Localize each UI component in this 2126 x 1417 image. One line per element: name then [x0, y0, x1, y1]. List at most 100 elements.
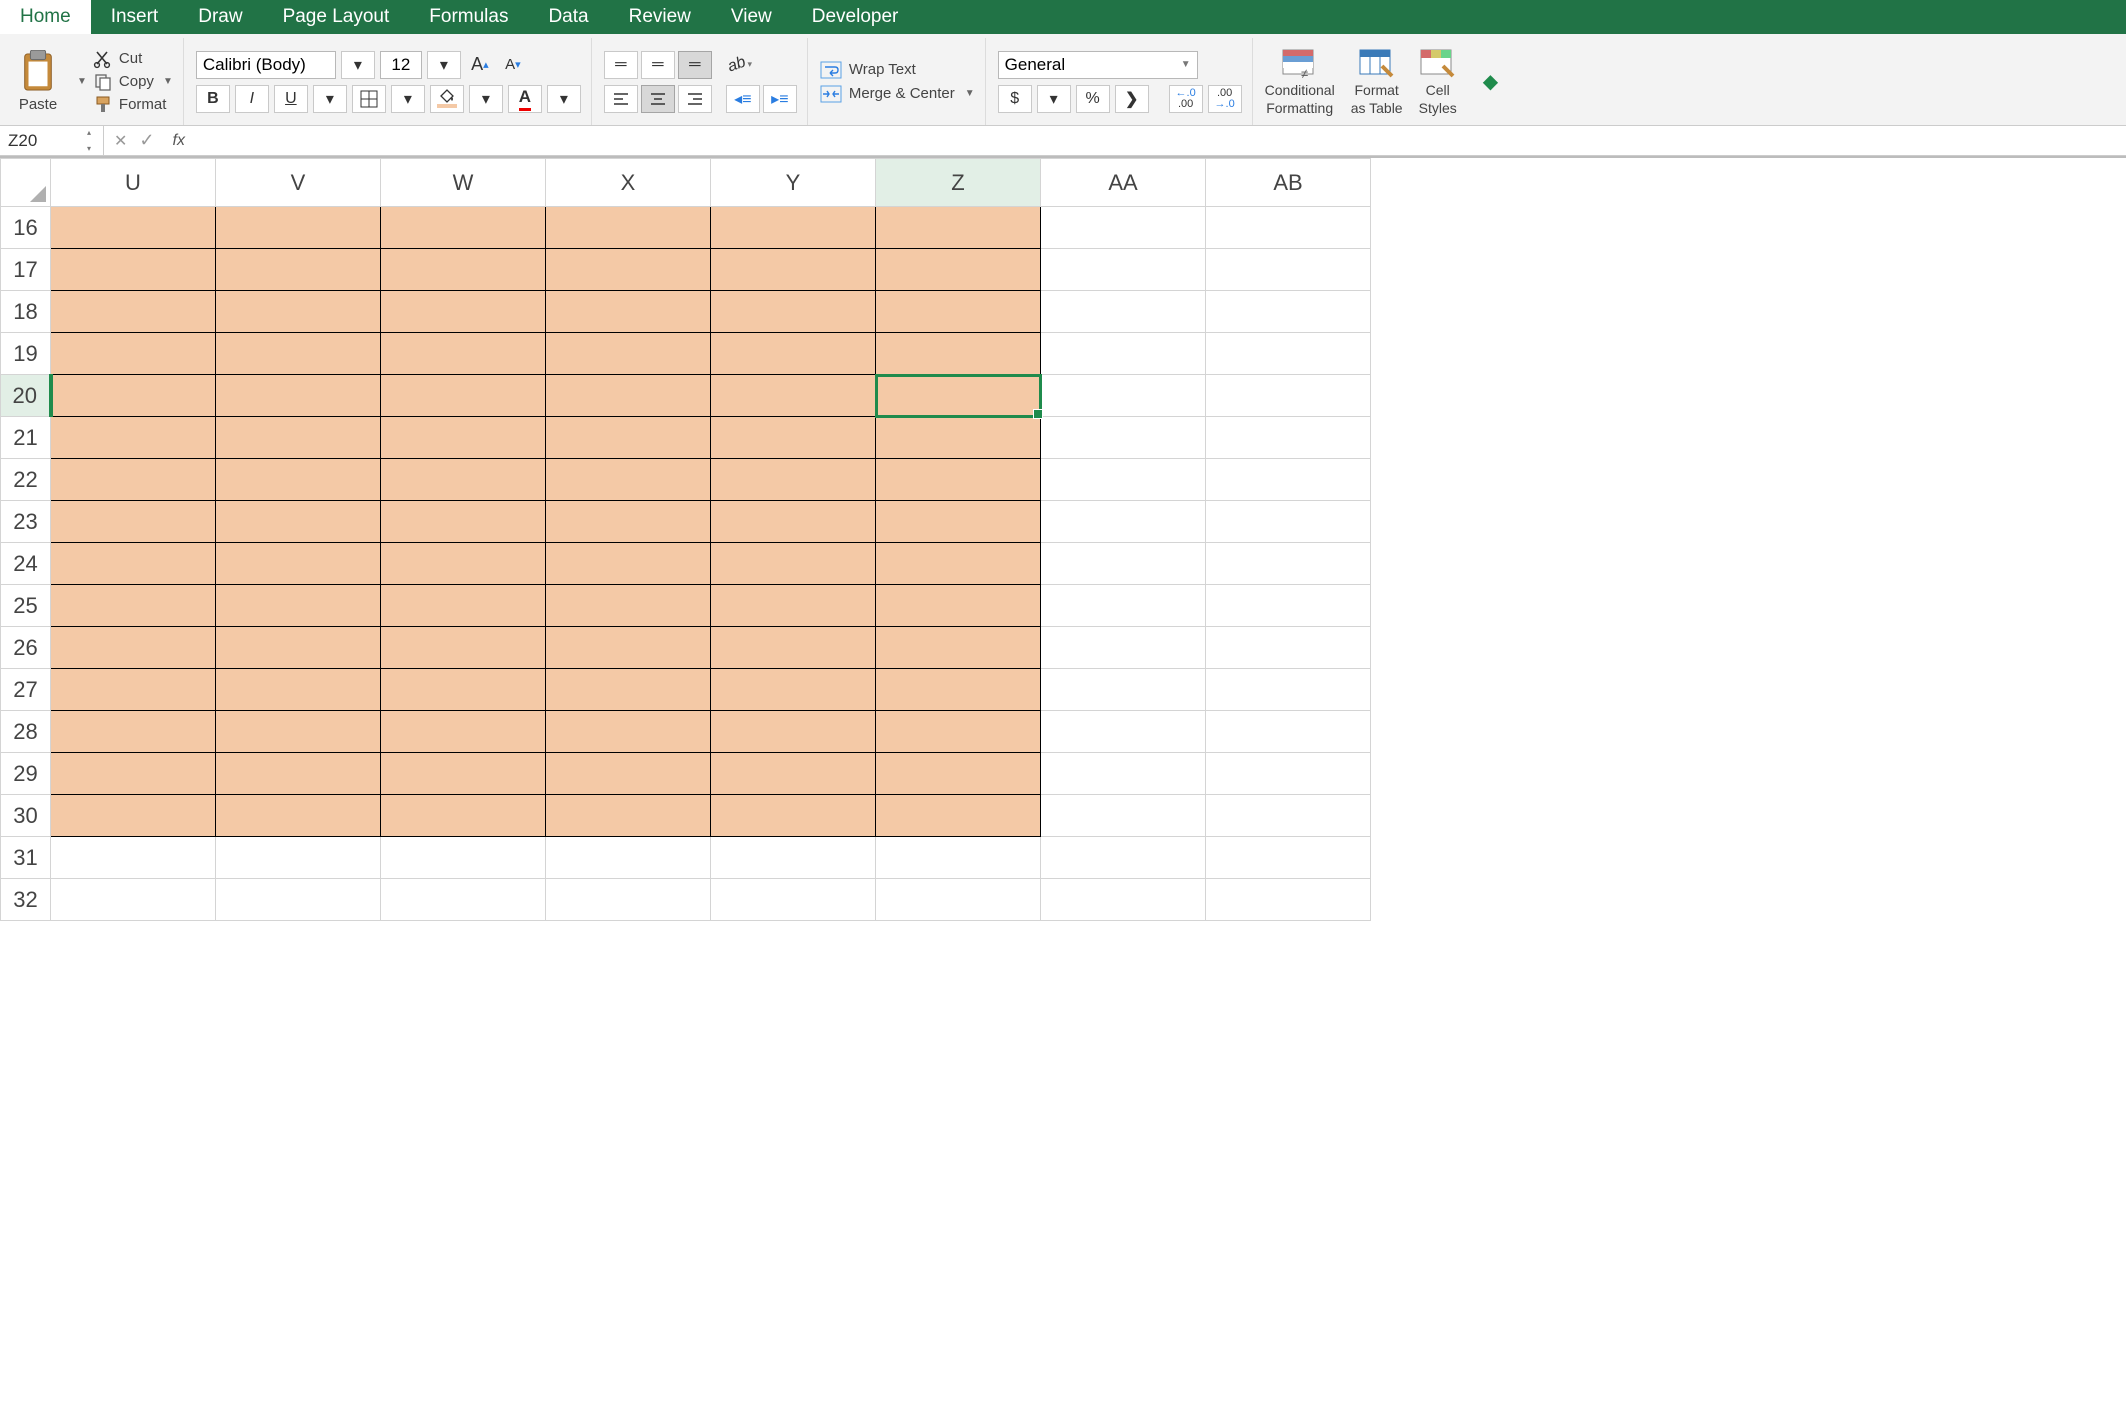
cell-U20[interactable]	[51, 375, 216, 417]
decrease-font-button[interactable]: A▾	[499, 51, 527, 79]
cell-X28[interactable]	[546, 711, 711, 753]
cell-Z16[interactable]	[876, 207, 1041, 249]
cell-AB27[interactable]	[1206, 669, 1371, 711]
cell-Y18[interactable]	[711, 291, 876, 333]
tab-page-layout[interactable]: Page Layout	[263, 0, 410, 34]
spreadsheet-grid[interactable]: UVWXYZAAAB161718192021222324252627282930…	[0, 156, 2126, 1417]
cell-AA22[interactable]	[1041, 459, 1206, 501]
cell-U23[interactable]	[51, 501, 216, 543]
cell-U25[interactable]	[51, 585, 216, 627]
align-left-button[interactable]	[604, 85, 638, 113]
cell-Y27[interactable]	[711, 669, 876, 711]
cell-X31[interactable]	[546, 837, 711, 879]
cell-Y23[interactable]	[711, 501, 876, 543]
tab-home[interactable]: Home	[0, 0, 91, 34]
cell-AB31[interactable]	[1206, 837, 1371, 879]
cell-U17[interactable]	[51, 249, 216, 291]
cell-AB30[interactable]	[1206, 795, 1371, 837]
merge-center-button[interactable]: Merge & Center ▼	[820, 85, 975, 103]
tab-developer[interactable]: Developer	[792, 0, 919, 34]
row-header-27[interactable]: 27	[1, 669, 51, 711]
cell-AB22[interactable]	[1206, 459, 1371, 501]
cell-AA19[interactable]	[1041, 333, 1206, 375]
decrease-indent-button[interactable]: ◂≡	[726, 85, 760, 113]
cell-W28[interactable]	[381, 711, 546, 753]
align-bottom-button[interactable]: ═	[678, 51, 712, 79]
cell-Y31[interactable]	[711, 837, 876, 879]
cell-W29[interactable]	[381, 753, 546, 795]
paste-dropdown-icon[interactable]: ▼	[77, 76, 87, 87]
cell-U24[interactable]	[51, 543, 216, 585]
cell-W22[interactable]	[381, 459, 546, 501]
cell-X25[interactable]	[546, 585, 711, 627]
cell-U31[interactable]	[51, 837, 216, 879]
cell-V27[interactable]	[216, 669, 381, 711]
cell-U32[interactable]	[51, 879, 216, 921]
cell-Y17[interactable]	[711, 249, 876, 291]
cell-AA29[interactable]	[1041, 753, 1206, 795]
align-center-button[interactable]	[641, 85, 675, 113]
cell-U16[interactable]	[51, 207, 216, 249]
row-header-28[interactable]: 28	[1, 711, 51, 753]
row-header-22[interactable]: 22	[1, 459, 51, 501]
copy-dropdown-icon[interactable]: ▼	[163, 76, 173, 87]
cell-U19[interactable]	[51, 333, 216, 375]
name-box-spinner[interactable]: ▴▾	[87, 128, 101, 153]
cell-W23[interactable]	[381, 501, 546, 543]
cell-V19[interactable]	[216, 333, 381, 375]
cell-AA18[interactable]	[1041, 291, 1206, 333]
percent-button[interactable]: %	[1076, 85, 1110, 113]
cell-AB20[interactable]	[1206, 375, 1371, 417]
formula-input[interactable]	[195, 126, 2126, 155]
font-color-dropdown[interactable]: ▾	[547, 85, 581, 113]
cell-AA26[interactable]	[1041, 627, 1206, 669]
column-header-AB[interactable]: AB	[1206, 159, 1371, 207]
font-color-button[interactable]: A	[508, 85, 542, 113]
cell-Y29[interactable]	[711, 753, 876, 795]
cell-AA21[interactable]	[1041, 417, 1206, 459]
cell-AB26[interactable]	[1206, 627, 1371, 669]
cell-AA25[interactable]	[1041, 585, 1206, 627]
fill-color-button[interactable]	[430, 85, 464, 113]
cell-W19[interactable]	[381, 333, 546, 375]
cell-Z24[interactable]	[876, 543, 1041, 585]
cell-X22[interactable]	[546, 459, 711, 501]
decrease-decimal-button[interactable]: .00 →.0	[1208, 85, 1242, 113]
cell-Z21[interactable]	[876, 417, 1041, 459]
cell-W25[interactable]	[381, 585, 546, 627]
cell-U18[interactable]	[51, 291, 216, 333]
cell-U21[interactable]	[51, 417, 216, 459]
tab-formulas[interactable]: Formulas	[409, 0, 528, 34]
cell-AB16[interactable]	[1206, 207, 1371, 249]
currency-dropdown[interactable]: ▾	[1037, 85, 1071, 113]
enter-formula-icon[interactable]: ✓	[139, 130, 154, 151]
cell-V28[interactable]	[216, 711, 381, 753]
number-format-combo[interactable]: General ▼	[998, 51, 1198, 79]
bold-button[interactable]: B	[196, 85, 230, 113]
cell-AB19[interactable]	[1206, 333, 1371, 375]
cell-Y16[interactable]	[711, 207, 876, 249]
cell-Z20[interactable]	[876, 375, 1041, 417]
increase-indent-button[interactable]: ▸≡	[763, 85, 797, 113]
cell-Y20[interactable]	[711, 375, 876, 417]
cell-Z28[interactable]	[876, 711, 1041, 753]
cell-X18[interactable]	[546, 291, 711, 333]
row-header-16[interactable]: 16	[1, 207, 51, 249]
cell-V18[interactable]	[216, 291, 381, 333]
row-header-20[interactable]: 20	[1, 375, 51, 417]
cell-W20[interactable]	[381, 375, 546, 417]
tab-draw[interactable]: Draw	[178, 0, 262, 34]
cell-Z26[interactable]	[876, 627, 1041, 669]
cell-W31[interactable]	[381, 837, 546, 879]
cell-U28[interactable]	[51, 711, 216, 753]
row-header-24[interactable]: 24	[1, 543, 51, 585]
align-right-button[interactable]	[678, 85, 712, 113]
font-size-combo[interactable]: 12	[380, 51, 422, 79]
row-header-29[interactable]: 29	[1, 753, 51, 795]
cell-V22[interactable]	[216, 459, 381, 501]
name-box[interactable]: Z20 ▴▾	[0, 126, 104, 155]
row-header-17[interactable]: 17	[1, 249, 51, 291]
copy-button[interactable]: Copy ▼	[93, 72, 173, 92]
cell-X24[interactable]	[546, 543, 711, 585]
cell-AB24[interactable]	[1206, 543, 1371, 585]
